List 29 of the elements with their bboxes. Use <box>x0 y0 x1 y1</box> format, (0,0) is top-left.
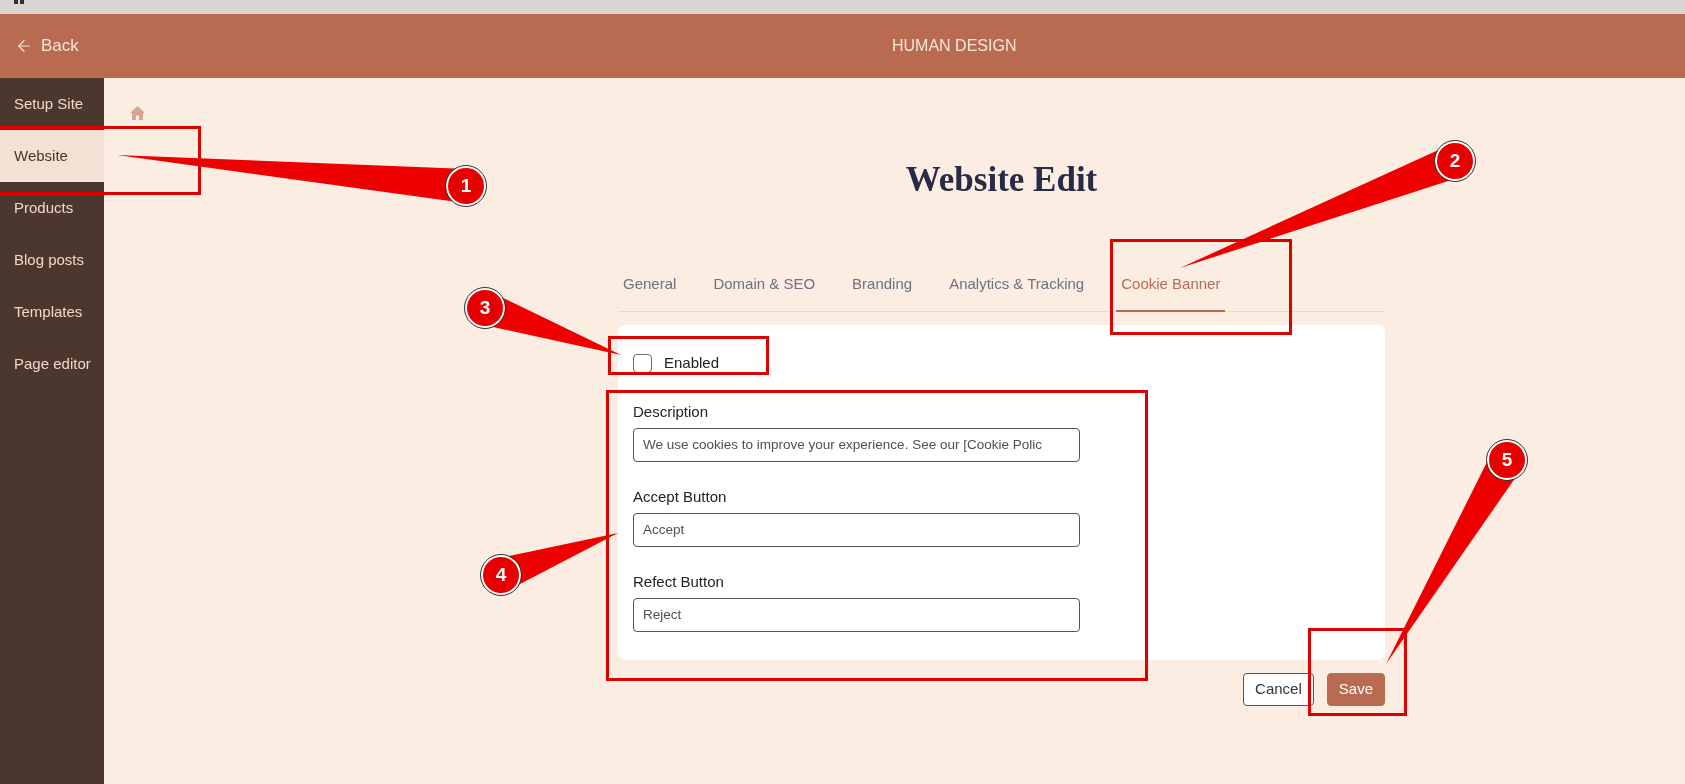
page-title: Website Edit <box>905 160 1098 200</box>
cancel-button[interactable]: Cancel <box>1243 672 1314 706</box>
grid-icon <box>14 0 24 4</box>
checkbox-label: Enabled <box>664 353 720 373</box>
save-button[interactable]: Save <box>1326 672 1385 706</box>
sidebar-item[interactable]: Page editor <box>0 338 104 390</box>
callout-badge: 4 <box>481 555 521 595</box>
tab[interactable]: Analytics & Tracking <box>944 274 1090 312</box>
enabled-checkbox[interactable] <box>633 353 652 373</box>
callout-badge: 2 <box>1435 141 1475 181</box>
text-field[interactable]: We use cookies to improve your experience. See our [Cookie Polic <box>633 427 1080 462</box>
tab[interactable]: Domain & SEO <box>708 274 821 312</box>
tab[interactable]: Cookie Banner <box>1116 274 1226 312</box>
callout-badge: 5 <box>1487 440 1527 480</box>
sidebar-item[interactable]: Setup Site <box>0 78 104 130</box>
callout-badge: 3 <box>465 288 505 328</box>
field-label: Refect Button <box>633 571 725 592</box>
tab[interactable]: General <box>618 274 682 312</box>
sidebar-item[interactable]: Products <box>0 182 104 234</box>
text-field[interactable]: Reject <box>633 597 1080 632</box>
field-label: Description <box>633 401 710 422</box>
sidebar-item[interactable]: Website <box>0 130 104 182</box>
text-field[interactable]: Accept <box>633 512 1080 547</box>
site-title: HUMAN DESIGN <box>892 36 1017 56</box>
sidebar-item[interactable]: Blog posts <box>0 234 104 286</box>
tab[interactable]: Branding <box>847 274 918 312</box>
field-label: Accept Button <box>633 486 728 507</box>
callout-badge: 1 <box>446 166 486 206</box>
sidebar-item[interactable]: Templates <box>0 286 104 338</box>
